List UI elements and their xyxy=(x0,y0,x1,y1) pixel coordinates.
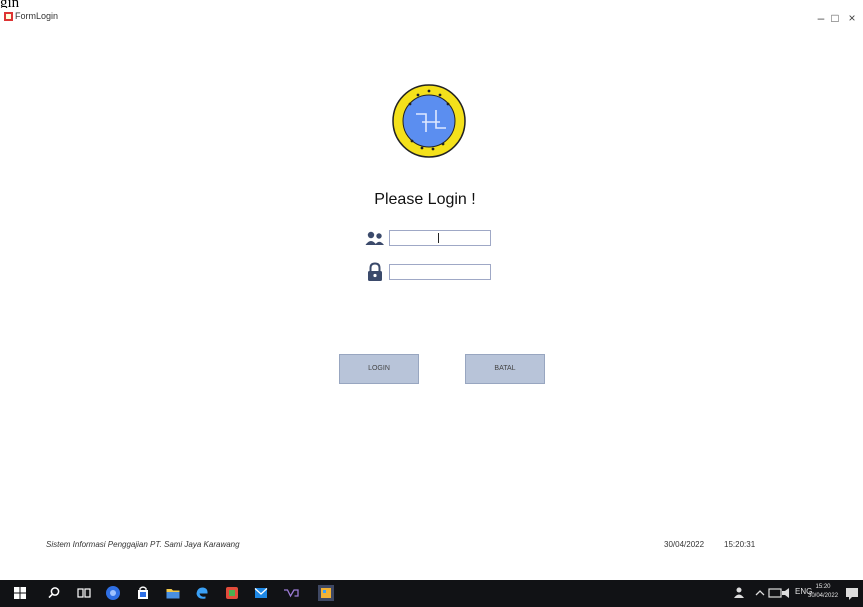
close-button[interactable]: × xyxy=(837,9,863,27)
page-title: Please Login ! xyxy=(374,191,476,208)
clock-time: 15:20 xyxy=(815,584,831,590)
app-launcher-icon[interactable] xyxy=(224,585,240,601)
search-icon[interactable] xyxy=(46,585,62,601)
app-icon xyxy=(4,12,13,21)
company-logo xyxy=(392,84,466,158)
store-icon[interactable] xyxy=(135,585,151,601)
active-app-icon[interactable] xyxy=(318,585,334,601)
login-button[interactable]: LOGIN xyxy=(339,354,419,384)
task-view-icon[interactable] xyxy=(76,585,92,601)
notification-icon[interactable] xyxy=(844,585,860,601)
clock-date: 30/04/2022 xyxy=(808,593,839,599)
cancel-button[interactable]: BATAL xyxy=(465,354,545,384)
status-time: 15:20:31 xyxy=(724,540,756,549)
status-app-name: Sistem Informasi Penggajian PT. Sami Jay… xyxy=(46,540,240,549)
windows-start-icon[interactable] xyxy=(12,585,28,601)
speaker-icon[interactable] xyxy=(780,585,796,601)
lock-icon xyxy=(368,262,382,281)
password-field[interactable] xyxy=(389,264,491,280)
visual-basic-icon[interactable] xyxy=(283,585,299,601)
file-explorer-icon[interactable] xyxy=(165,585,181,601)
title-bar: FormLogin – □ × xyxy=(0,8,863,30)
status-date: 30/04/2022 xyxy=(664,540,705,549)
chevron-up-icon[interactable] xyxy=(752,585,768,601)
taskbar: ENG 15:20 30/04/2022 xyxy=(0,580,863,607)
window-title-fragment: gin xyxy=(0,0,20,8)
taskbar-clock[interactable]: 15:20 30/04/2022 xyxy=(808,583,838,601)
chrome-icon[interactable] xyxy=(105,585,121,601)
window-title: FormLogin xyxy=(15,11,59,21)
username-field[interactable] xyxy=(389,230,491,246)
mail-icon[interactable] xyxy=(253,585,269,601)
people-icon[interactable] xyxy=(731,585,747,601)
text-caret xyxy=(438,233,439,243)
users-icon xyxy=(365,231,384,245)
edge-icon[interactable] xyxy=(194,585,210,601)
